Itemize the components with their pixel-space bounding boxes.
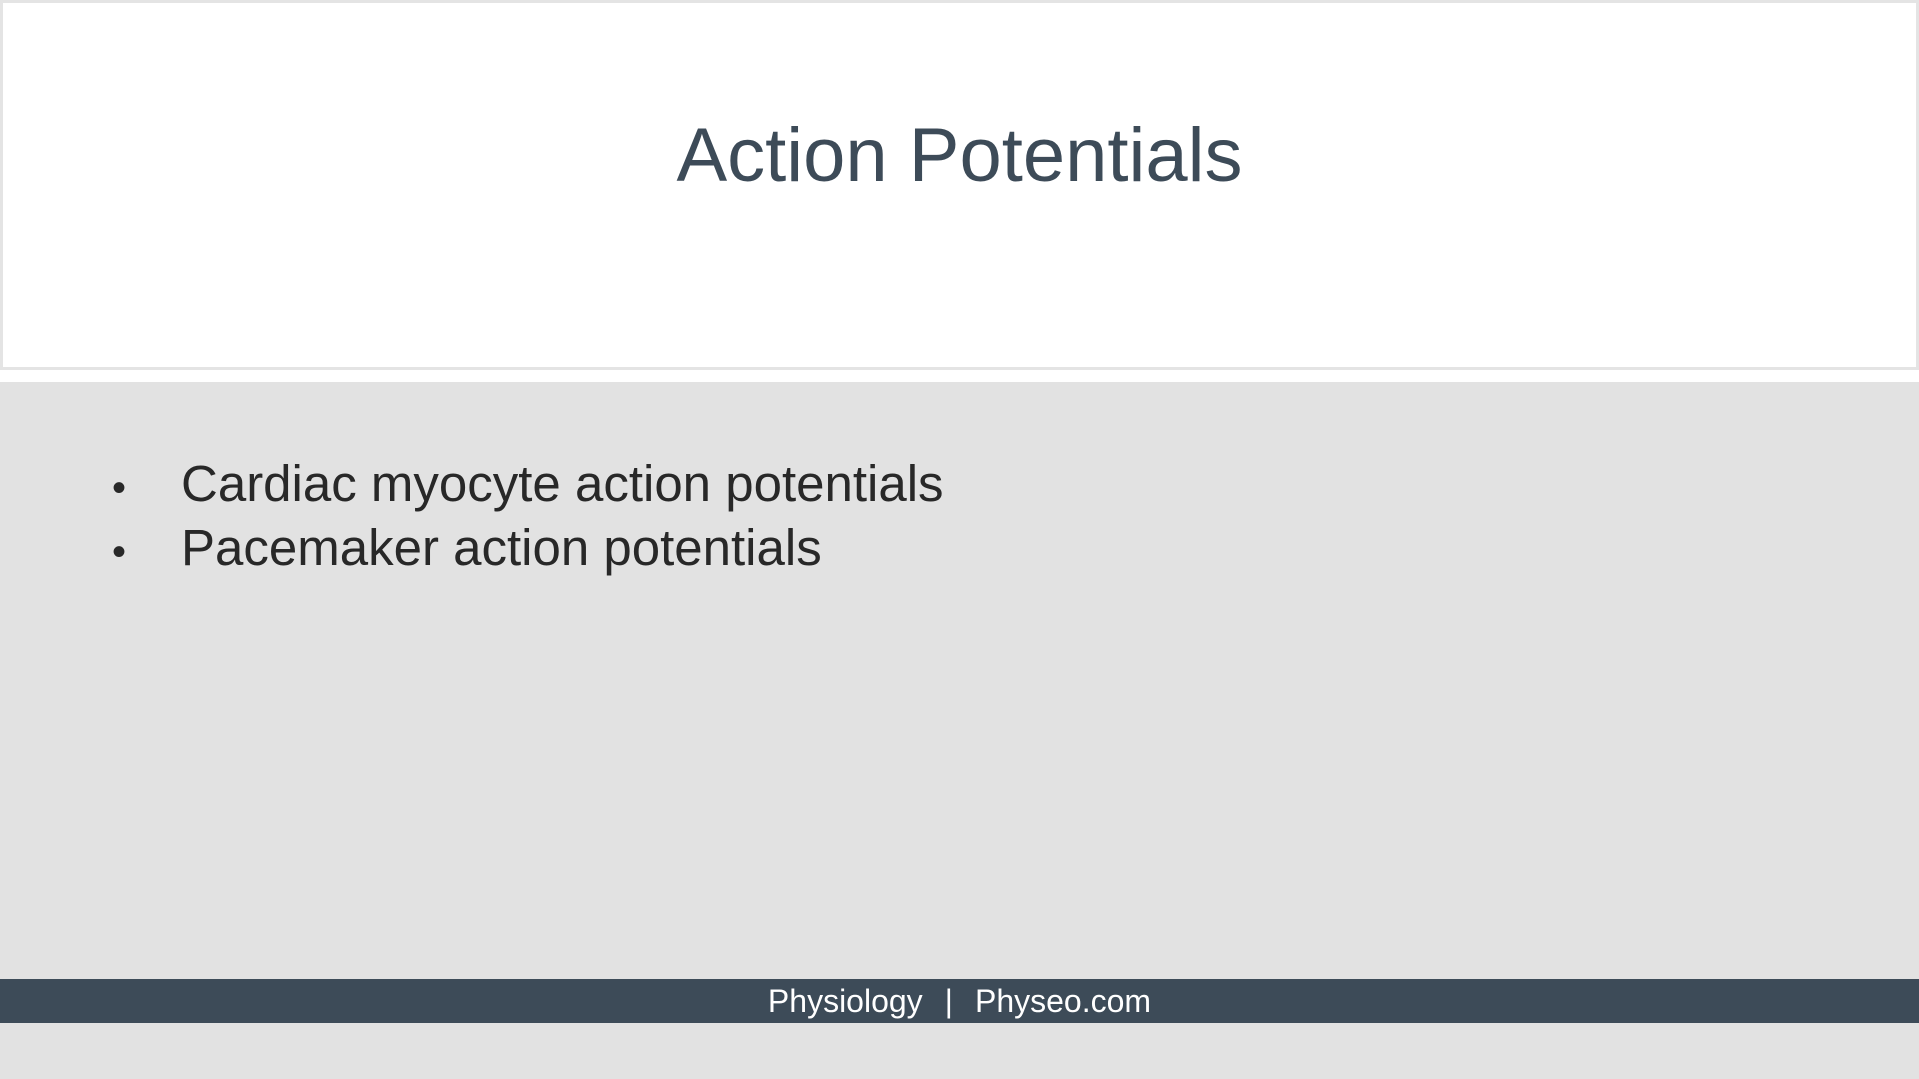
- footer-subject: Physiology: [767, 983, 923, 1019]
- footer-bar: Physiology | Physeo.com: [0, 979, 1919, 1023]
- bullet-marker: •: [112, 530, 127, 574]
- bullet-item: • Cardiac myocyte action potentials: [112, 452, 944, 516]
- bullet-text: Pacemaker action potentials: [181, 519, 822, 576]
- slide: Action Potentials • Cardiac myocyte acti…: [0, 0, 1919, 1079]
- bullet-item: • Pacemaker action potentials: [112, 516, 944, 580]
- footer-website: Physeo.com: [974, 983, 1152, 1019]
- slide-title: Action Potentials: [676, 113, 1243, 198]
- bullet-text: Cardiac myocyte action potentials: [181, 455, 944, 512]
- bullet-list: • Cardiac myocyte action potentials • Pa…: [112, 452, 944, 580]
- title-separator: [0, 370, 1919, 382]
- footer-separator: |: [944, 983, 953, 1019]
- bullet-marker: •: [112, 466, 127, 510]
